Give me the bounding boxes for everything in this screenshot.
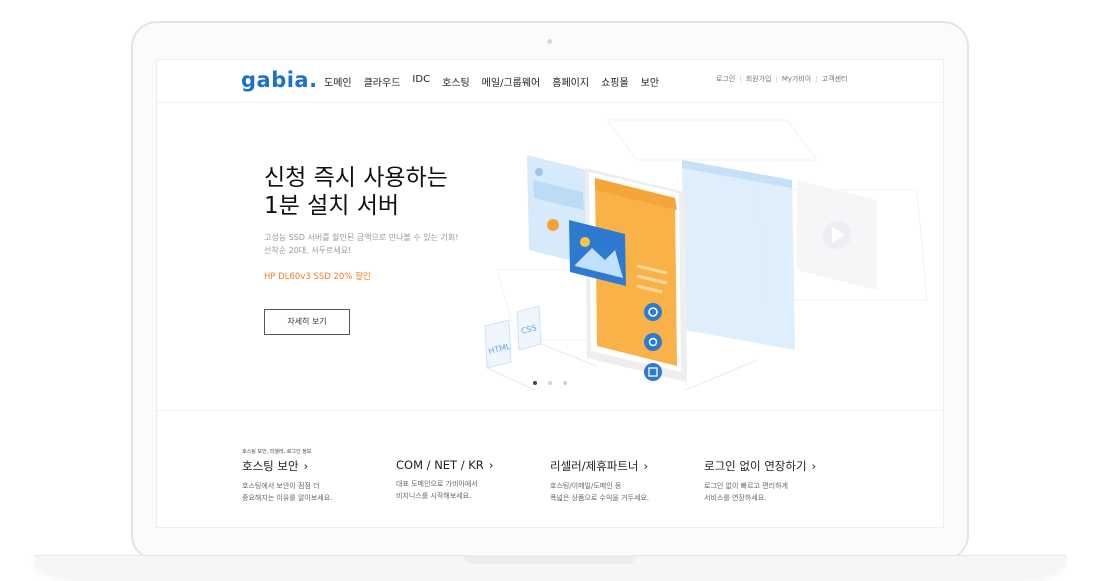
card-title-text: 호스팅 보안 bbox=[242, 459, 299, 473]
util-divider: | bbox=[739, 75, 742, 83]
nav-item-cloud[interactable]: 클라우드 bbox=[364, 74, 401, 89]
video-card-icon bbox=[797, 180, 877, 290]
browser-screen: gabia. 도메인 클라우드 IDC 호스팅 메일/그룹웨어 홈페이지 쇼핑몰… bbox=[156, 59, 944, 528]
details-button[interactable]: 자세히 보기 bbox=[264, 309, 350, 335]
card-description: 로그인 없이 빠르고 편리하게 서비스를 연장하세요. bbox=[704, 480, 816, 504]
card-title: 리셀러/제휴파트너 › bbox=[550, 458, 649, 474]
nav-item-hosting[interactable]: 호스팅 bbox=[442, 74, 470, 89]
card-description: 호스팅에서 보안이 점점 더 중요해지는 이유를 알아보세요. bbox=[242, 480, 332, 504]
card-title-text: 로그인 없이 연장하기 bbox=[704, 459, 807, 473]
gear-icon bbox=[644, 333, 662, 351]
my-gabia-link[interactable]: My가비아 bbox=[782, 74, 812, 84]
card-description: 대표 도메인으로 가비아에서 비지니스를 시작해보세요. bbox=[396, 478, 493, 502]
hero-desc-line1: 고성능 SSD 서버를 할인된 금액으로 만나볼 수 있는 기회! bbox=[264, 233, 459, 242]
hero-title-line2: 1분 설치 서버 bbox=[264, 193, 400, 219]
card-desc-line1: 호스팅/이메일/도메인 등 bbox=[550, 482, 622, 490]
nav-item-domain[interactable]: 도메인 bbox=[324, 74, 352, 89]
hero-description: 고성능 SSD 서버를 할인된 금액으로 만나볼 수 있는 기회! 선착순 20… bbox=[264, 231, 458, 257]
card-title-text: 리셀러/제휴파트너 bbox=[550, 459, 639, 473]
css-doc-icon: CSS bbox=[516, 305, 542, 351]
card-title: 호스팅 보안 › bbox=[242, 458, 332, 474]
window-panel-right bbox=[682, 160, 795, 350]
link-icon bbox=[644, 303, 662, 321]
util-divider: | bbox=[815, 75, 818, 83]
slide-dot-3[interactable] bbox=[563, 381, 567, 385]
card-desc-line2: 비지니스를 시작해보세요. bbox=[396, 492, 472, 500]
card-title: 로그인 없이 연장하기 › bbox=[704, 458, 816, 474]
card-domains[interactable]: COM / NET / KR › 대표 도메인으로 가비아에서 비지니스를 시작해… bbox=[396, 458, 493, 502]
nav-item-idc[interactable]: IDC bbox=[412, 74, 430, 89]
camera-dot bbox=[547, 39, 552, 44]
slide-indicator bbox=[533, 381, 567, 385]
logo[interactable]: gabia. bbox=[241, 68, 318, 92]
card-desc-line2: 서비스를 연장하세요. bbox=[704, 494, 767, 502]
nav-item-mail[interactable]: 메일/그룹웨어 bbox=[482, 74, 541, 89]
laptop-notch bbox=[464, 555, 636, 564]
main-nav: 도메인 클라우드 IDC 호스팅 메일/그룹웨어 홈페이지 쇼핑몰 보안 bbox=[324, 74, 671, 89]
hero-desc-line2: 선착순 20대, 서두르세요! bbox=[264, 246, 352, 255]
slide-dot-2[interactable] bbox=[548, 381, 552, 385]
nav-item-security[interactable]: 보안 bbox=[641, 74, 659, 89]
login-link[interactable]: 로그인 bbox=[716, 74, 735, 84]
nav-item-homepage[interactable]: 홈페이지 bbox=[552, 74, 589, 89]
chevron-right-icon: › bbox=[643, 459, 649, 473]
card-title: COM / NET / KR › bbox=[396, 458, 493, 472]
hero-illustration: HTML CSS bbox=[484, 119, 928, 390]
site-header: gabia. 도메인 클라우드 IDC 호스팅 메일/그룹웨어 홈페이지 쇼핑몰… bbox=[157, 60, 943, 103]
chevron-right-icon: › bbox=[488, 458, 494, 472]
card-desc-line2: 폭넓은 상품으로 수익을 거두세요. bbox=[550, 494, 650, 502]
card-reseller[interactable]: 리셀러/제휴파트너 › 호스팅/이메일/도메인 등 폭넓은 상품으로 수익을 거두… bbox=[550, 458, 649, 504]
cube-icon bbox=[644, 363, 662, 381]
support-link[interactable]: 고객센터 bbox=[822, 74, 848, 84]
card-title-text: COM / NET / KR bbox=[396, 458, 484, 472]
card-desc-line1: 호스팅에서 보안이 점점 더 bbox=[242, 482, 320, 490]
nav-item-shopping[interactable]: 쇼핑몰 bbox=[601, 74, 629, 89]
hero-promo: HP DL60v3 SSD 20% 할인 bbox=[264, 272, 371, 282]
card-renew-without-login[interactable]: 로그인 없이 연장하기 › 로그인 없이 빠르고 편리하게 서비스를 연장하세요. bbox=[704, 458, 816, 504]
card-description: 호스팅/이메일/도메인 등 폭넓은 상품으로 수익을 거두세요. bbox=[550, 480, 649, 504]
card-desc-line1: 대표 도메인으로 가비아에서 bbox=[396, 480, 478, 488]
util-divider: | bbox=[775, 75, 778, 83]
card-kicker: 호스팅 보안, 리셀러, 로그인 정보 bbox=[242, 449, 312, 455]
slide-dot-1[interactable] bbox=[533, 381, 537, 385]
chevron-right-icon: › bbox=[303, 459, 309, 473]
card-hosting-security[interactable]: 호스팅 보안, 리셀러, 로그인 정보 호스팅 보안 › 호스팅에서 보안이 점점… bbox=[242, 448, 332, 504]
hero-title: 신청 즉시 사용하는 1분 설치 서버 bbox=[264, 164, 448, 220]
utility-links: 로그인 | 회원가입 | My가비아 | 고객센터 bbox=[716, 74, 847, 84]
signup-link[interactable]: 회원가입 bbox=[746, 74, 772, 84]
card-desc-line2: 중요해지는 이유를 알아보세요. bbox=[242, 494, 333, 502]
card-desc-line1: 로그인 없이 빠르고 편리하게 bbox=[704, 482, 788, 490]
chevron-right-icon: › bbox=[811, 459, 817, 473]
section-divider bbox=[157, 410, 943, 411]
hero-title-line1: 신청 즉시 사용하는 bbox=[264, 165, 448, 191]
html-doc-icon: HTML bbox=[484, 319, 512, 369]
